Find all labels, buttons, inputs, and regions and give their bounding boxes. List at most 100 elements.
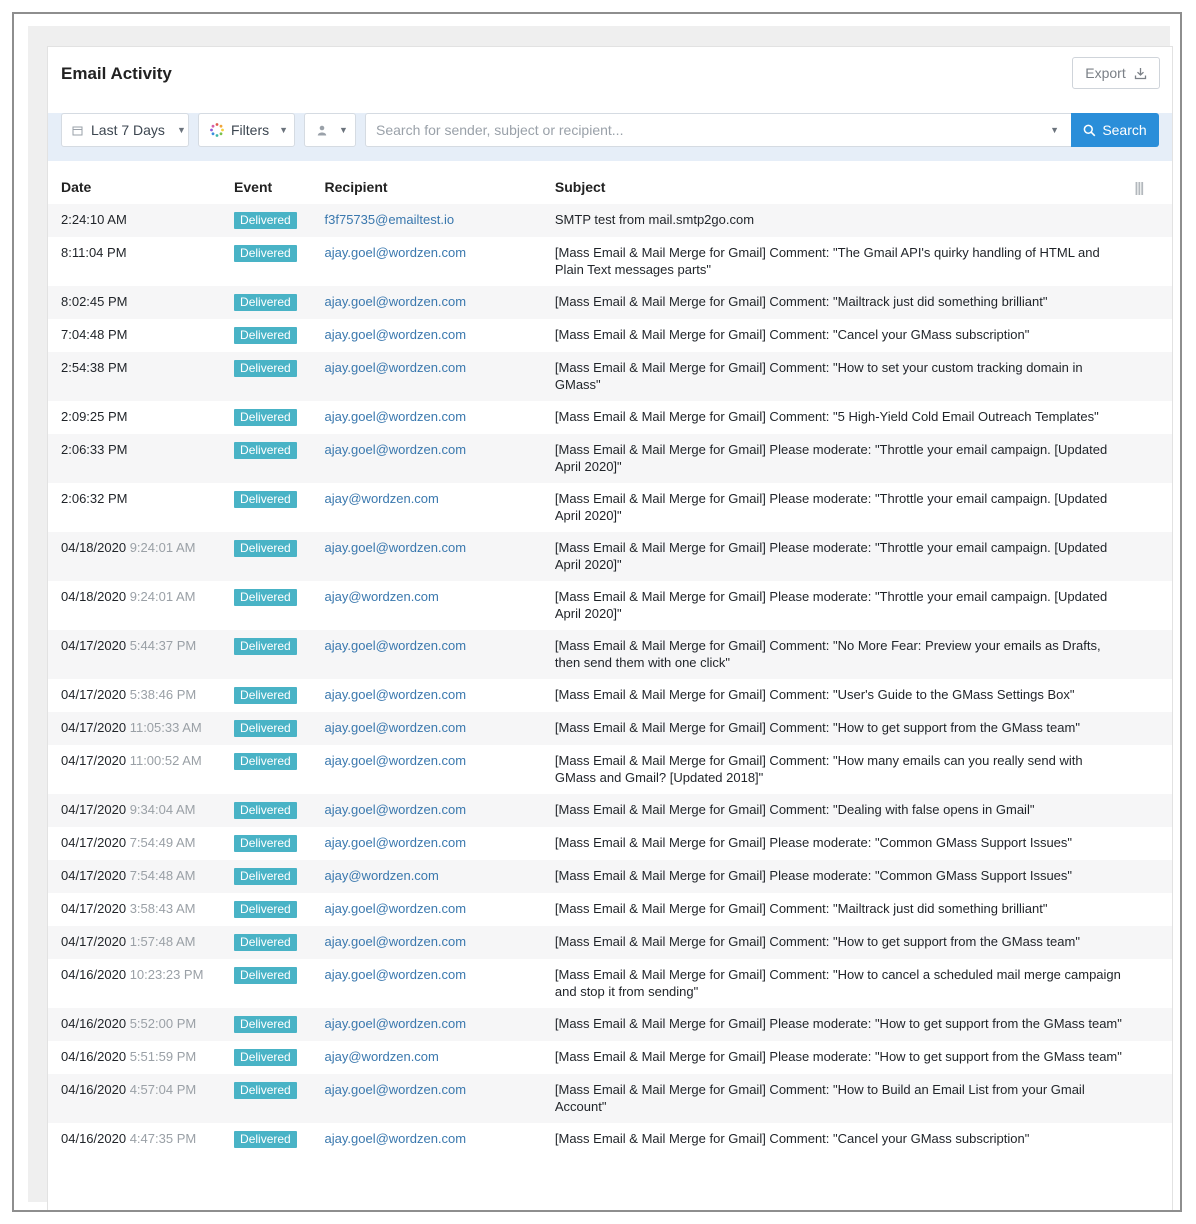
table-row[interactable]: 2:54:38 PM Delivered ajay.goel@wordzen.com… (48, 352, 1172, 401)
status-badge: Delivered (234, 753, 297, 770)
date-value: 04/17/2020 (61, 901, 127, 916)
table-row[interactable]: 04/16/2020 10:23:23 PM Delivered ajay.goel… (48, 959, 1172, 1008)
recipient-cell: ajay.goel@wordzen.com (325, 827, 555, 860)
search-button[interactable]: Search (1071, 113, 1159, 147)
column-header-recipient[interactable]: Recipient (325, 169, 555, 204)
recipient-link[interactable]: ajay.goel@wordzen.com (325, 967, 467, 982)
row-spacer (1134, 1041, 1172, 1074)
recipient-link[interactable]: ajay.goel@wordzen.com (325, 442, 467, 457)
date-value: 04/16/2020 (61, 1016, 127, 1031)
search-input[interactable]: Search for sender, subject or recipient.… (365, 113, 1072, 147)
recipient-link[interactable]: ajay.goel@wordzen.com (325, 1131, 467, 1146)
recipient-link[interactable]: ajay.goel@wordzen.com (325, 360, 467, 375)
table-row[interactable]: 04/16/2020 5:52:00 PM Delivered ajay.goel@… (48, 1008, 1172, 1041)
date-cell: 04/17/2020 11:05:33 AM (48, 712, 235, 745)
date-value: 04/17/2020 (61, 835, 127, 850)
recipient-link[interactable]: ajay.goel@wordzen.com (325, 835, 467, 850)
subject-cell: [Mass Email & Mail Merge for Gmail] Comm… (554, 1131, 1030, 1146)
subject-cell: [Mass Email & Mail Merge for Gmail] Plea… (554, 1008, 1135, 1041)
status-badge: Delivered (234, 327, 297, 344)
table-row[interactable]: 2:06:32 PM Delivered ajay@wordzen.com [Mass… (48, 483, 1172, 532)
recipient-cell: ajay@wordzen.com (325, 483, 555, 532)
table-body: 2:24:10 AM Delivered f3f75735@emailtest.io… (48, 204, 1172, 1156)
date-value: 04/17/2020 (61, 802, 127, 817)
recipient-link[interactable]: ajay@wordzen.com (325, 868, 439, 883)
event-cell: Delivered (234, 1123, 324, 1156)
event-cell: Delivered (234, 204, 325, 237)
table-row[interactable]: 2:24:10 AM Delivered f3f75735@emailtest.io… (48, 204, 1172, 237)
row-spacer (1134, 401, 1172, 434)
recipient-link[interactable]: ajay.goel@wordzen.com (325, 245, 467, 260)
recipient-link[interactable]: ajay.goel@wordzen.com (325, 687, 467, 702)
recipient-cell: f3f75735@emailtest.io (324, 204, 555, 237)
table-row[interactable]: 8:11:04 PM Delivered ajay.goel@wordzen.com… (48, 237, 1172, 286)
table-row[interactable]: 2:06:33 PM Delivered ajay.goel@wordzen.com… (48, 434, 1172, 483)
row-spacer (1134, 679, 1172, 712)
table-row[interactable]: 04/18/2020 9:24:01 AM Delivered ajay.goel@… (48, 532, 1172, 581)
table-row[interactable]: 04/18/2020 9:24:01 AM Delivered ajay@wordz… (48, 581, 1172, 630)
recipient-link[interactable]: ajay.goel@wordzen.com (325, 1082, 467, 1097)
time-value: 5:51:59 PM (129, 1049, 197, 1064)
recipient-link[interactable]: ajay@wordzen.com (325, 589, 439, 604)
table-row[interactable]: 8:02:45 PM Delivered ajay.goel@wordzen.com… (48, 286, 1172, 319)
recipient-link[interactable]: ajay.goel@wordzen.com (325, 409, 467, 424)
table-row[interactable]: 2:09:25 PM Delivered ajay.goel@wordzen.com… (48, 401, 1172, 434)
table-row[interactable]: 04/17/2020 3:58:43 AM Delivered ajay.goel@… (48, 893, 1172, 926)
date-cell: 04/18/2020 9:24:01 AM (48, 532, 235, 581)
table-row[interactable]: 04/17/2020 1:57:48 AM Delivered ajay.goel@… (48, 926, 1172, 959)
recipient-link[interactable]: ajay.goel@wordzen.com (325, 327, 467, 342)
recipient-link[interactable]: ajay.goel@wordzen.com (325, 802, 467, 817)
recipient-cell: ajay.goel@wordzen.com (324, 286, 555, 319)
table-row[interactable]: 04/16/2020 4:47:35 PM Delivered ajay.goel@… (48, 1123, 1172, 1156)
event-cell: Delivered (234, 860, 325, 893)
filters-dropdown[interactable]: Filters ▼ (198, 113, 295, 147)
recipient-link[interactable]: ajay.goel@wordzen.com (325, 294, 467, 309)
time-value: 4:57:04 PM (129, 1082, 197, 1097)
column-header-event[interactable]: Event (234, 169, 324, 204)
table-row[interactable]: 04/16/2020 4:57:04 PM Delivered ajay.goel@… (48, 1074, 1172, 1123)
recipient-link[interactable]: ajay@wordzen.com (325, 491, 439, 506)
recipient-link[interactable]: ajay.goel@wordzen.com (325, 934, 467, 949)
table-row[interactable]: 04/17/2020 5:38:46 PM Delivered ajay.goel@… (48, 679, 1172, 712)
event-cell: Delivered (234, 319, 324, 352)
event-cell: Delivered (234, 827, 324, 860)
status-badge: Delivered (234, 638, 297, 655)
table-row[interactable]: 7:04:48 PM Delivered ajay.goel@wordzen.com… (48, 319, 1172, 352)
recipient-cell: ajay.goel@wordzen.com (324, 794, 555, 827)
recipient-cell: ajay@wordzen.com (325, 581, 555, 630)
subject-cell: [Mass Email & Mail Merge for Gmail] Comm… (554, 286, 1135, 319)
table-row[interactable]: 04/17/2020 7:54:48 AM Delivered ajay@wordz… (48, 860, 1172, 893)
table-row[interactable]: 04/16/2020 5:51:59 PM Delivered ajay@wordz… (48, 1041, 1172, 1074)
table-row[interactable]: 04/17/2020 11:05:33 AM Delivered ajay.goel… (48, 712, 1172, 745)
recipient-link[interactable]: ajay.goel@wordzen.com (325, 901, 467, 916)
table-row[interactable]: 04/17/2020 7:54:49 AM Delivered ajay.goel@… (48, 827, 1172, 860)
status-badge: Delivered (234, 294, 297, 311)
recipient-link[interactable]: f3f75735@emailtest.io (325, 212, 455, 227)
subject-cell: [Mass Email & Mail Merge for Gmail] Plea… (554, 434, 1135, 483)
table-row[interactable]: 04/17/2020 11:00:52 AM Delivered ajay.goel… (48, 745, 1172, 794)
chevron-down-icon: ▼ (279, 125, 289, 135)
time-value: 2:09:25 PM (61, 409, 128, 424)
date-cell: 04/16/2020 5:51:59 PM (48, 1041, 234, 1074)
table-row[interactable]: 04/17/2020 9:34:04 AM Delivered ajay.goel@… (48, 794, 1172, 827)
recipient-link[interactable]: ajay.goel@wordzen.com (325, 1016, 467, 1031)
recipient-link[interactable]: ajay.goel@wordzen.com (325, 540, 467, 555)
event-cell: Delivered (234, 630, 325, 679)
export-button[interactable]: Export (1072, 57, 1160, 89)
recipient-link[interactable]: ajay.goel@wordzen.com (325, 753, 467, 768)
recipient-link[interactable]: ajay.goel@wordzen.com (325, 720, 467, 735)
table-row[interactable]: 04/17/2020 5:44:37 PM Delivered ajay.goel@… (48, 630, 1172, 679)
status-badge: Delivered (234, 868, 297, 885)
column-header-subject[interactable]: Subject (555, 169, 1135, 204)
column-menu-icon[interactable]: ||| (1134, 169, 1172, 204)
recipient-link[interactable]: ajay@wordzen.com (325, 1049, 439, 1064)
date-cell: 2:06:32 PM (48, 483, 234, 532)
row-spacer (1134, 319, 1172, 352)
date-range-dropdown[interactable]: Last 7 Days ▼ (61, 113, 189, 147)
recipient-link[interactable]: ajay.goel@wordzen.com (325, 638, 467, 653)
user-dropdown[interactable]: ▼ (304, 113, 356, 147)
column-header-date[interactable]: Date (48, 169, 234, 204)
time-value: 2:06:33 PM (61, 442, 128, 457)
status-badge: Delivered (234, 1082, 297, 1099)
search-icon (1083, 124, 1096, 136)
